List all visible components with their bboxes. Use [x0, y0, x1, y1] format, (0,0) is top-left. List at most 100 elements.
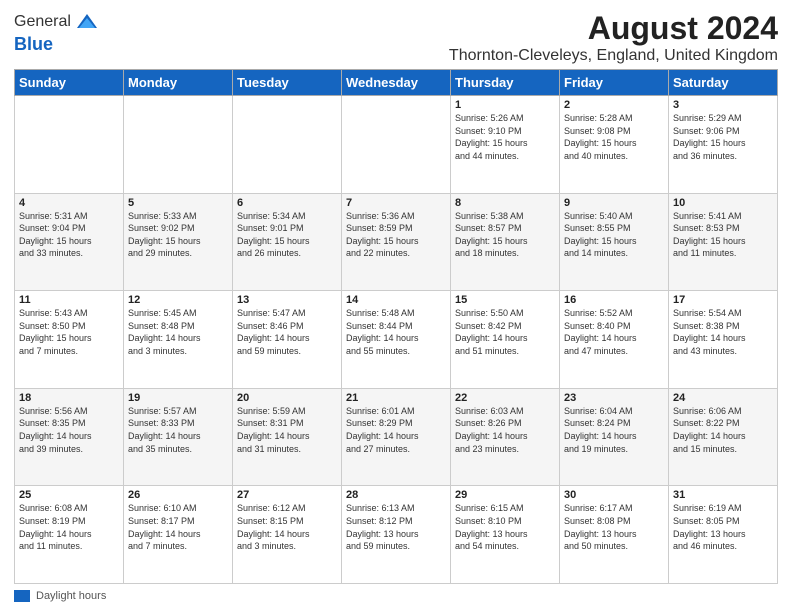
day-number: 28: [346, 489, 446, 501]
day-number: 9: [564, 197, 664, 209]
subtitle: Thornton-Cleveleys, England, United King…: [449, 47, 778, 65]
day-number: 4: [19, 197, 119, 209]
day-info: Sunrise: 6:17 AM Sunset: 8:08 PM Dayligh…: [564, 502, 664, 552]
day-info: Sunrise: 5:45 AM Sunset: 8:48 PM Dayligh…: [128, 307, 228, 357]
calendar-cell: 1Sunrise: 5:26 AM Sunset: 9:10 PM Daylig…: [451, 96, 560, 194]
day-number: 3: [673, 99, 773, 111]
calendar-cell: 23Sunrise: 6:04 AM Sunset: 8:24 PM Dayli…: [560, 388, 669, 486]
day-header-sunday: Sunday: [15, 70, 124, 96]
footer: Daylight hours: [14, 590, 778, 602]
calendar-cell: 2Sunrise: 5:28 AM Sunset: 9:08 PM Daylig…: [560, 96, 669, 194]
day-info: Sunrise: 5:43 AM Sunset: 8:50 PM Dayligh…: [19, 307, 119, 357]
main-title: August 2024: [449, 10, 778, 47]
calendar-week-row: 4Sunrise: 5:31 AM Sunset: 9:04 PM Daylig…: [15, 193, 778, 291]
calendar-cell: 19Sunrise: 5:57 AM Sunset: 8:33 PM Dayli…: [124, 388, 233, 486]
calendar-cell: 10Sunrise: 5:41 AM Sunset: 8:53 PM Dayli…: [669, 193, 778, 291]
day-info: Sunrise: 5:50 AM Sunset: 8:42 PM Dayligh…: [455, 307, 555, 357]
day-number: 23: [564, 392, 664, 404]
calendar-week-row: 1Sunrise: 5:26 AM Sunset: 9:10 PM Daylig…: [15, 96, 778, 194]
day-info: Sunrise: 5:34 AM Sunset: 9:01 PM Dayligh…: [237, 210, 337, 260]
calendar-cell: 11Sunrise: 5:43 AM Sunset: 8:50 PM Dayli…: [15, 291, 124, 389]
day-number: 30: [564, 489, 664, 501]
title-block: August 2024 Thornton-Cleveleys, England,…: [449, 10, 778, 65]
day-info: Sunrise: 6:04 AM Sunset: 8:24 PM Dayligh…: [564, 405, 664, 455]
day-number: 19: [128, 392, 228, 404]
calendar-week-row: 11Sunrise: 5:43 AM Sunset: 8:50 PM Dayli…: [15, 291, 778, 389]
day-number: 27: [237, 489, 337, 501]
day-number: 26: [128, 489, 228, 501]
calendar-cell: [15, 96, 124, 194]
day-number: 17: [673, 294, 773, 306]
calendar-cell: 14Sunrise: 5:48 AM Sunset: 8:44 PM Dayli…: [342, 291, 451, 389]
day-info: Sunrise: 6:10 AM Sunset: 8:17 PM Dayligh…: [128, 502, 228, 552]
day-info: Sunrise: 6:08 AM Sunset: 8:19 PM Dayligh…: [19, 502, 119, 552]
day-info: Sunrise: 5:41 AM Sunset: 8:53 PM Dayligh…: [673, 210, 773, 260]
day-number: 16: [564, 294, 664, 306]
day-number: 6: [237, 197, 337, 209]
day-info: Sunrise: 5:47 AM Sunset: 8:46 PM Dayligh…: [237, 307, 337, 357]
calendar-cell: 18Sunrise: 5:56 AM Sunset: 8:35 PM Dayli…: [15, 388, 124, 486]
day-header-saturday: Saturday: [669, 70, 778, 96]
day-number: 18: [19, 392, 119, 404]
page: General Blue August 2024 Thornton-Clevel…: [0, 0, 792, 612]
day-info: Sunrise: 5:54 AM Sunset: 8:38 PM Dayligh…: [673, 307, 773, 357]
day-info: Sunrise: 6:12 AM Sunset: 8:15 PM Dayligh…: [237, 502, 337, 552]
calendar-cell: 6Sunrise: 5:34 AM Sunset: 9:01 PM Daylig…: [233, 193, 342, 291]
day-number: 11: [19, 294, 119, 306]
logo-blue-text: Blue: [14, 34, 53, 54]
logo: General Blue: [14, 10, 97, 55]
day-number: 29: [455, 489, 555, 501]
calendar-cell: 3Sunrise: 5:29 AM Sunset: 9:06 PM Daylig…: [669, 96, 778, 194]
calendar-cell: 29Sunrise: 6:15 AM Sunset: 8:10 PM Dayli…: [451, 486, 560, 584]
day-header-tuesday: Tuesday: [233, 70, 342, 96]
day-header-friday: Friday: [560, 70, 669, 96]
day-info: Sunrise: 5:31 AM Sunset: 9:04 PM Dayligh…: [19, 210, 119, 260]
calendar-cell: 9Sunrise: 5:40 AM Sunset: 8:55 PM Daylig…: [560, 193, 669, 291]
day-number: 1: [455, 99, 555, 111]
calendar-cell: 26Sunrise: 6:10 AM Sunset: 8:17 PM Dayli…: [124, 486, 233, 584]
calendar-cell: [342, 96, 451, 194]
day-number: 22: [455, 392, 555, 404]
calendar-header-row: SundayMondayTuesdayWednesdayThursdayFrid…: [15, 70, 778, 96]
day-info: Sunrise: 5:52 AM Sunset: 8:40 PM Dayligh…: [564, 307, 664, 357]
day-number: 10: [673, 197, 773, 209]
day-info: Sunrise: 6:06 AM Sunset: 8:22 PM Dayligh…: [673, 405, 773, 455]
day-info: Sunrise: 6:15 AM Sunset: 8:10 PM Dayligh…: [455, 502, 555, 552]
day-info: Sunrise: 6:03 AM Sunset: 8:26 PM Dayligh…: [455, 405, 555, 455]
logo-icon: [73, 10, 97, 34]
day-info: Sunrise: 5:57 AM Sunset: 8:33 PM Dayligh…: [128, 405, 228, 455]
day-info: Sunrise: 6:19 AM Sunset: 8:05 PM Dayligh…: [673, 502, 773, 552]
calendar-cell: 15Sunrise: 5:50 AM Sunset: 8:42 PM Dayli…: [451, 291, 560, 389]
calendar-cell: [233, 96, 342, 194]
calendar-cell: 4Sunrise: 5:31 AM Sunset: 9:04 PM Daylig…: [15, 193, 124, 291]
day-number: 14: [346, 294, 446, 306]
day-info: Sunrise: 5:56 AM Sunset: 8:35 PM Dayligh…: [19, 405, 119, 455]
day-number: 15: [455, 294, 555, 306]
day-info: Sunrise: 6:13 AM Sunset: 8:12 PM Dayligh…: [346, 502, 446, 552]
calendar-cell: 12Sunrise: 5:45 AM Sunset: 8:48 PM Dayli…: [124, 291, 233, 389]
calendar-cell: 27Sunrise: 6:12 AM Sunset: 8:15 PM Dayli…: [233, 486, 342, 584]
day-info: Sunrise: 5:28 AM Sunset: 9:08 PM Dayligh…: [564, 112, 664, 162]
day-info: Sunrise: 5:59 AM Sunset: 8:31 PM Dayligh…: [237, 405, 337, 455]
daylight-legend-box: [14, 590, 30, 602]
calendar-cell: 16Sunrise: 5:52 AM Sunset: 8:40 PM Dayli…: [560, 291, 669, 389]
day-number: 7: [346, 197, 446, 209]
day-number: 8: [455, 197, 555, 209]
day-header-monday: Monday: [124, 70, 233, 96]
day-number: 5: [128, 197, 228, 209]
day-number: 13: [237, 294, 337, 306]
calendar-cell: 17Sunrise: 5:54 AM Sunset: 8:38 PM Dayli…: [669, 291, 778, 389]
logo-general-text: General: [14, 13, 71, 31]
calendar-cell: 28Sunrise: 6:13 AM Sunset: 8:12 PM Dayli…: [342, 486, 451, 584]
daylight-label: Daylight hours: [36, 590, 106, 602]
calendar: SundayMondayTuesdayWednesdayThursdayFrid…: [14, 69, 778, 584]
calendar-cell: 30Sunrise: 6:17 AM Sunset: 8:08 PM Dayli…: [560, 486, 669, 584]
day-info: Sunrise: 5:48 AM Sunset: 8:44 PM Dayligh…: [346, 307, 446, 357]
calendar-week-row: 18Sunrise: 5:56 AM Sunset: 8:35 PM Dayli…: [15, 388, 778, 486]
day-number: 25: [19, 489, 119, 501]
calendar-cell: 25Sunrise: 6:08 AM Sunset: 8:19 PM Dayli…: [15, 486, 124, 584]
calendar-cell: 20Sunrise: 5:59 AM Sunset: 8:31 PM Dayli…: [233, 388, 342, 486]
day-info: Sunrise: 5:26 AM Sunset: 9:10 PM Dayligh…: [455, 112, 555, 162]
calendar-cell: 8Sunrise: 5:38 AM Sunset: 8:57 PM Daylig…: [451, 193, 560, 291]
day-header-thursday: Thursday: [451, 70, 560, 96]
